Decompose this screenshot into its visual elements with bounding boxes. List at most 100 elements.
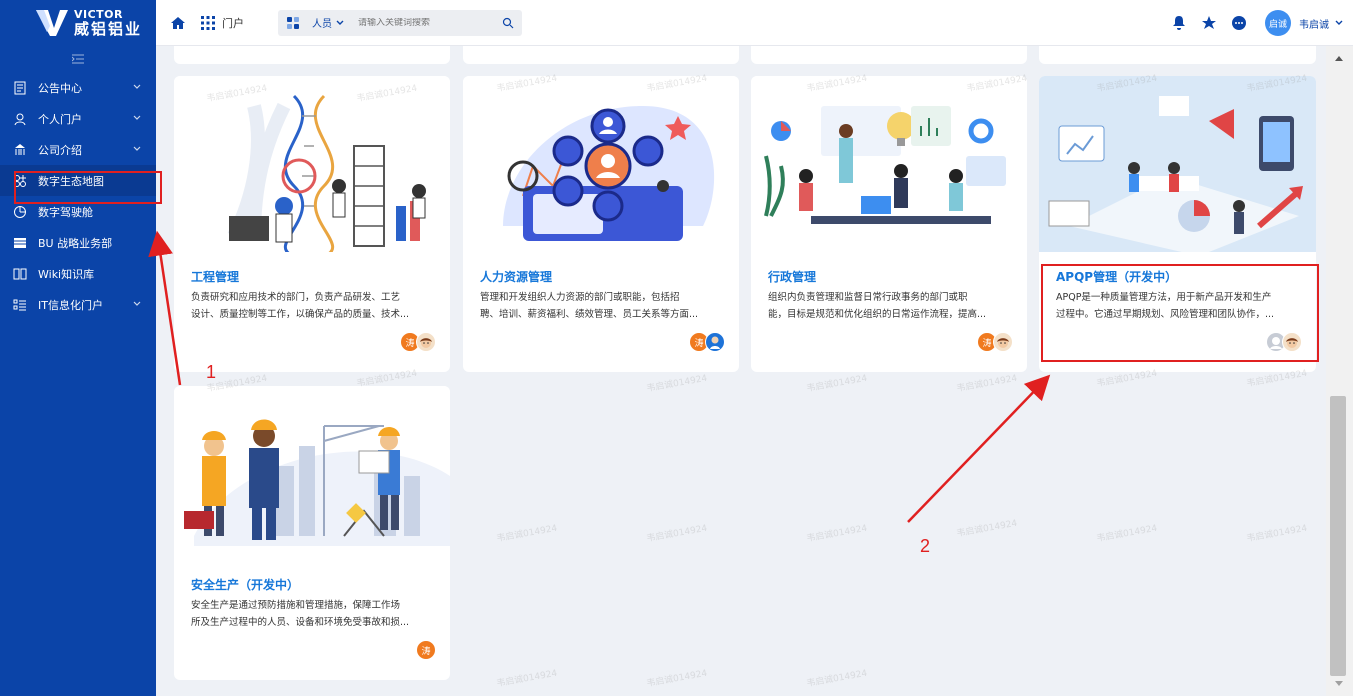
home-icon[interactable] (170, 15, 186, 31)
card-members: 涛 (416, 640, 436, 660)
sidebar-item-8[interactable]: IT信息化门户 (0, 289, 156, 320)
card-desc-line: 安全生产是通过预防措施和管理措施，保障工作场 (191, 600, 401, 611)
table-icon (12, 235, 28, 251)
sidebar-item-2[interactable]: 个人门户 (0, 103, 156, 134)
member-avatar[interactable] (416, 332, 436, 352)
notice-icon (12, 80, 28, 96)
card-desc-line: 聘、培训、薪资福利、绩效管理、员工关系等方面... (480, 309, 699, 320)
watermark: 韦启诚014924 (805, 668, 869, 690)
watermark: 韦启诚014924 (805, 373, 869, 395)
logo-cn-text: 威铝铝业 (74, 20, 143, 38)
sidebar-item-1[interactable]: 公告中心 (0, 72, 156, 103)
card-engineering[interactable]: 工程管理 负责研究和应用技术的部门，负责产品研发、工艺 设计、质量控制等工作，以… (174, 76, 450, 372)
card-safety[interactable]: 安全生产（开发中） 安全生产是通过预防措施和管理措施，保障工作场 所及生产过程中… (174, 386, 450, 680)
card-desc-line: 所及生产过程中的人员、设备和环境免受事故和损... (191, 617, 410, 628)
chevron-down-icon[interactable] (132, 299, 142, 309)
sidebar-item-label: IT信息化门户 (38, 298, 103, 312)
sidebar-item-4[interactable]: 数字生态地图 (0, 165, 156, 196)
apps-icon (12, 173, 28, 189)
sidebar-item-label: 数字驾驶舱 (38, 205, 93, 219)
chevron-down-icon[interactable] (132, 144, 142, 154)
annotation-number-2: 2 (920, 536, 931, 556)
member-avatar[interactable]: 涛 (416, 640, 436, 660)
card-desc-line: 管理和开发组织人力资源的部门或职能，包括招 (480, 292, 680, 303)
sidebar-item-5[interactable]: 数字驾驶舱 (0, 196, 156, 227)
sidebar-item-7[interactable]: Wiki知识库 (0, 258, 156, 289)
apps-icon (287, 16, 299, 29)
engineering-illustration (174, 76, 450, 252)
card-apqp[interactable]: APQP管理（开发中） APQP是一种质量管理方法，用于新产品开发和生产 过程中… (1039, 76, 1316, 372)
app-grid-icon[interactable] (200, 15, 216, 31)
scroll-up-icon[interactable] (1334, 54, 1344, 62)
sidebar-item-label: 数字生态地图 (38, 174, 104, 188)
card-desc-line: 能，目标是规范和优化组织的日常运作流程，提高... (768, 309, 987, 320)
logo[interactable]: VICTOR 威铝铝业 (0, 0, 156, 46)
card-members: 涛 (400, 332, 436, 352)
victor-logo-icon (34, 8, 70, 38)
prev-row-card (751, 46, 1027, 64)
chevron-down-icon[interactable] (132, 82, 142, 92)
scrollbar-thumb[interactable] (1330, 396, 1346, 676)
sidebar: VICTOR 威铝铝业 公告中心个人门户公司介绍数字生态地图 数字驾驶舱 BU 战略… (0, 0, 162, 696)
scroll-down-icon[interactable] (1334, 680, 1344, 688)
apqp-illustration (1039, 76, 1316, 252)
sidebar-item-label: Wiki知识库 (38, 267, 95, 281)
sidebar-item-label: 公告中心 (38, 81, 82, 95)
card-desc-line: 过程中。它通过早期规划、风险管理和团队协作，... (1056, 309, 1275, 320)
member-avatar[interactable] (705, 332, 725, 352)
card-description: 安全生产是通过预防措施和管理措施，保障工作场 所及生产过程中的人员、设备和环境免… (191, 597, 436, 631)
prev-row-card (174, 46, 450, 64)
watermark: 韦启诚014924 (645, 523, 709, 545)
chevron-down-icon[interactable] (336, 19, 344, 27)
card-title[interactable]: 人力资源管理 (480, 268, 552, 285)
card-title[interactable]: APQP管理（开发中） (1056, 268, 1177, 285)
card-title[interactable]: 行政管理 (768, 268, 816, 285)
chevron-down-icon[interactable] (1335, 19, 1343, 27)
book-icon (12, 266, 28, 282)
card-desc-line: 组织内负责管理和监督日常行政事务的部门或职 (768, 292, 968, 303)
message-icon[interactable] (1231, 15, 1247, 31)
card-members: 涛 (977, 332, 1013, 352)
card-desc-line: 设计、质量控制等工作，以确保产品的质量、技术... (191, 309, 410, 320)
logo-en-text: VICTOR (74, 8, 124, 21)
watermark: 韦启诚014924 (495, 668, 559, 690)
star-icon[interactable] (1201, 15, 1217, 31)
chevron-down-icon[interactable] (132, 113, 142, 123)
top-header: 门户 人员 启诚 韦启诚 (156, 0, 1353, 46)
watermark: 韦启诚014924 (495, 523, 559, 545)
portal-label[interactable]: 门户 (222, 15, 244, 31)
member-avatar[interactable] (1282, 332, 1302, 352)
vertical-scrollbar[interactable] (1326, 46, 1353, 696)
user-icon (12, 111, 28, 127)
sidebar-item-3[interactable]: 公司介绍 (0, 134, 156, 165)
search-input[interactable] (358, 17, 488, 28)
card-description: 管理和开发组织人力资源的部门或职能，包括招 聘、培训、薪资福利、绩效管理、员工关… (480, 289, 725, 323)
card-desc-line: APQP是一种质量管理方法，用于新产品开发和生产 (1056, 292, 1272, 303)
avatar[interactable]: 启诚 (1265, 10, 1291, 36)
sidebar-item-6[interactable]: BU 战略业务部 (0, 227, 156, 258)
watermark: 韦启诚014924 (645, 373, 709, 395)
bell-icon[interactable] (1171, 15, 1187, 31)
menu-fold-icon[interactable] (0, 46, 156, 72)
card-hr[interactable]: 人力资源管理 管理和开发组织人力资源的部门或职能，包括招 聘、培训、薪资福利、绩… (463, 76, 739, 372)
card-description: 负责研究和应用技术的部门，负责产品研发、工艺 设计、质量控制等工作，以确保产品的… (191, 289, 436, 323)
sidebar-item-label: 公司介绍 (38, 143, 82, 157)
search-category-select[interactable]: 人员 (312, 15, 332, 30)
watermark: 韦启诚014924 (1245, 523, 1309, 545)
card-title[interactable]: 安全生产（开发中） (191, 576, 299, 593)
watermark: 韦启诚014924 (955, 373, 1019, 395)
search-icon[interactable] (502, 17, 514, 29)
sidebar-menu: 公告中心个人门户公司介绍数字生态地图 数字驾驶舱 BU 战略业务部 Wiki知识库 IT… (0, 72, 156, 320)
annotation-number-1: 1 (206, 362, 217, 382)
search-bar: 人员 (278, 9, 522, 36)
username[interactable]: 韦启诚 (1299, 16, 1329, 31)
member-avatar[interactable] (993, 332, 1013, 352)
sidebar-item-label: BU 战略业务部 (38, 236, 113, 250)
card-desc-line: 负责研究和应用技术的部门，负责产品研发、工艺 (191, 292, 401, 303)
card-members (1266, 332, 1302, 352)
card-admin[interactable]: 行政管理 组织内负责管理和监督日常行政事务的部门或职 能，目标是规范和优化组织的… (751, 76, 1027, 372)
card-title[interactable]: 工程管理 (191, 268, 239, 285)
watermark: 韦启诚014924 (805, 523, 869, 545)
building-icon (12, 142, 28, 158)
watermark: 韦启诚014924 (1095, 523, 1159, 545)
